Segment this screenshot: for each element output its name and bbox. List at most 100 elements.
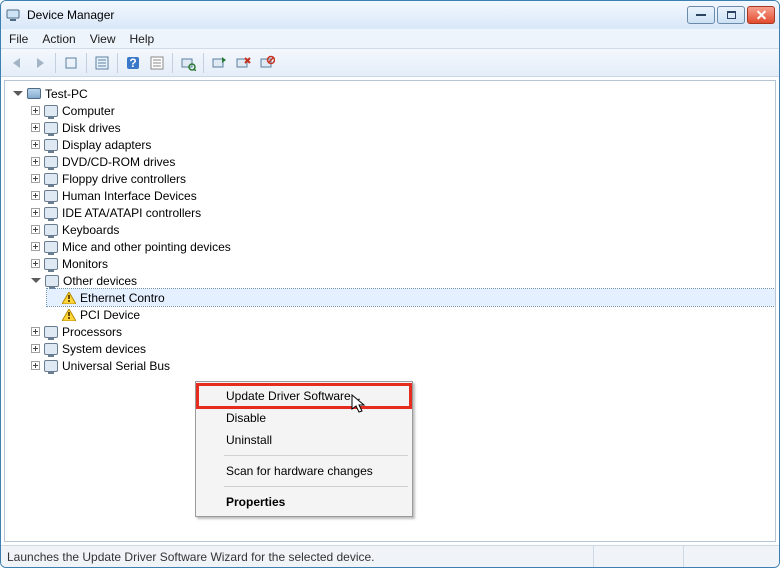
status-text: Launches the Update Driver Software Wiza… [7, 550, 375, 564]
device-icon [43, 205, 59, 221]
device-icon [43, 103, 59, 119]
tree-item[interactable]: Computer [29, 102, 775, 119]
nav-back-button[interactable] [5, 52, 27, 74]
device-icon [43, 341, 59, 357]
toolbar: ? [1, 49, 779, 77]
device-icon [44, 273, 60, 289]
expander-icon[interactable] [13, 89, 23, 99]
tree-item-label: Ethernet Contro [80, 291, 165, 305]
tree-item[interactable]: Universal Serial Bus [29, 357, 775, 374]
tree-item[interactable]: Monitors [29, 255, 775, 272]
toolbar-separator [117, 53, 118, 73]
update-driver-button[interactable] [208, 52, 230, 74]
tree-item[interactable]: IDE ATA/ATAPI controllers [29, 204, 775, 221]
expander-icon[interactable] [31, 242, 40, 251]
expander-icon[interactable] [31, 123, 40, 132]
ctx-separator [224, 455, 408, 456]
device-icon [43, 358, 59, 374]
tree-item-label: DVD/CD-ROM drives [62, 155, 175, 169]
tree-item[interactable]: PCI Device [47, 306, 775, 323]
expander-icon[interactable] [31, 140, 40, 149]
tree-item-label: Keyboards [62, 223, 119, 237]
device-icon [43, 137, 59, 153]
toolbar-separator [203, 53, 204, 73]
close-button[interactable] [747, 6, 775, 24]
menu-bar: File Action View Help [1, 29, 779, 49]
toolbar-separator [86, 53, 87, 73]
window-title: Device Manager [27, 8, 114, 22]
uninstall-button[interactable] [232, 52, 254, 74]
tree-item-label: Universal Serial Bus [62, 359, 170, 373]
help-button[interactable]: ? [122, 52, 144, 74]
expander-icon[interactable] [31, 106, 40, 115]
menu-action[interactable]: Action [42, 32, 75, 46]
warning-icon [61, 307, 77, 323]
ctx-properties[interactable]: Properties [198, 491, 410, 513]
tree-item[interactable]: Human Interface Devices [29, 187, 775, 204]
computer-icon [26, 86, 42, 102]
device-manager-window: Device Manager File Action View Help ? [0, 0, 780, 568]
minimize-button[interactable] [687, 6, 715, 24]
ctx-update-driver[interactable]: Update Driver Software... [198, 385, 410, 407]
expander-icon[interactable] [31, 276, 41, 286]
tree-item[interactable]: DVD/CD-ROM drives [29, 153, 775, 170]
device-icon [43, 324, 59, 340]
tree-root-label: Test-PC [45, 87, 88, 101]
svg-text:?: ? [129, 56, 136, 70]
device-icon [43, 222, 59, 238]
tree-item[interactable]: Mice and other pointing devices [29, 238, 775, 255]
menu-help[interactable]: Help [130, 32, 155, 46]
tree-item-label: Computer [62, 104, 115, 118]
action-list-button[interactable] [146, 52, 168, 74]
expander-icon[interactable] [31, 208, 40, 217]
tree-root[interactable]: Test-PC [11, 85, 775, 102]
expander-icon[interactable] [31, 174, 40, 183]
expander-icon[interactable] [31, 259, 40, 268]
tree-item-label: Display adapters [62, 138, 151, 152]
tree-item-label: Floppy drive controllers [62, 172, 186, 186]
expander-icon[interactable] [31, 191, 40, 200]
tree-item-label: Human Interface Devices [62, 189, 197, 203]
ctx-uninstall[interactable]: Uninstall [198, 429, 410, 451]
device-icon [43, 256, 59, 272]
tree-item[interactable]: System devices [29, 340, 775, 357]
ctx-separator [224, 486, 408, 487]
expander-icon[interactable] [31, 157, 40, 166]
tree-item[interactable]: Processors [29, 323, 775, 340]
expander-icon[interactable] [31, 327, 40, 336]
device-icon [43, 154, 59, 170]
device-tree[interactable]: Test-PC Computer Disk drives Display adapt… [4, 80, 776, 542]
tree-item[interactable]: Other devices [29, 272, 775, 289]
menu-view[interactable]: View [90, 32, 116, 46]
tree-item[interactable]: Keyboards [29, 221, 775, 238]
disable-button[interactable] [256, 52, 278, 74]
tree-item[interactable]: Display adapters [29, 136, 775, 153]
show-hidden-button[interactable] [60, 52, 82, 74]
warning-icon [61, 290, 77, 306]
toolbar-separator [55, 53, 56, 73]
ctx-disable[interactable]: Disable [198, 407, 410, 429]
titlebar[interactable]: Device Manager [1, 1, 779, 29]
tree-item-label: Mice and other pointing devices [62, 240, 231, 254]
tree-item[interactable]: Disk drives [29, 119, 775, 136]
expander-icon[interactable] [31, 361, 40, 370]
nav-forward-button[interactable] [29, 52, 51, 74]
status-cell [683, 546, 773, 567]
expander-icon[interactable] [31, 225, 40, 234]
tree-item[interactable]: Floppy drive controllers [29, 170, 775, 187]
ctx-scan[interactable]: Scan for hardware changes [198, 460, 410, 482]
scan-hardware-button[interactable] [177, 52, 199, 74]
tree-item-label: Processors [62, 325, 122, 339]
tree-item-label: Monitors [62, 257, 108, 271]
device-icon [43, 188, 59, 204]
toolbar-separator [172, 53, 173, 73]
tree-item[interactable]: Ethernet Contro [47, 289, 775, 306]
menu-file[interactable]: File [9, 32, 28, 46]
device-icon [43, 120, 59, 136]
properties-button[interactable] [91, 52, 113, 74]
expander-icon[interactable] [31, 344, 40, 353]
status-bar: Launches the Update Driver Software Wiza… [1, 545, 779, 567]
tree-item-label: Disk drives [62, 121, 121, 135]
maximize-button[interactable] [717, 6, 745, 24]
tree-item-label: PCI Device [80, 308, 140, 322]
